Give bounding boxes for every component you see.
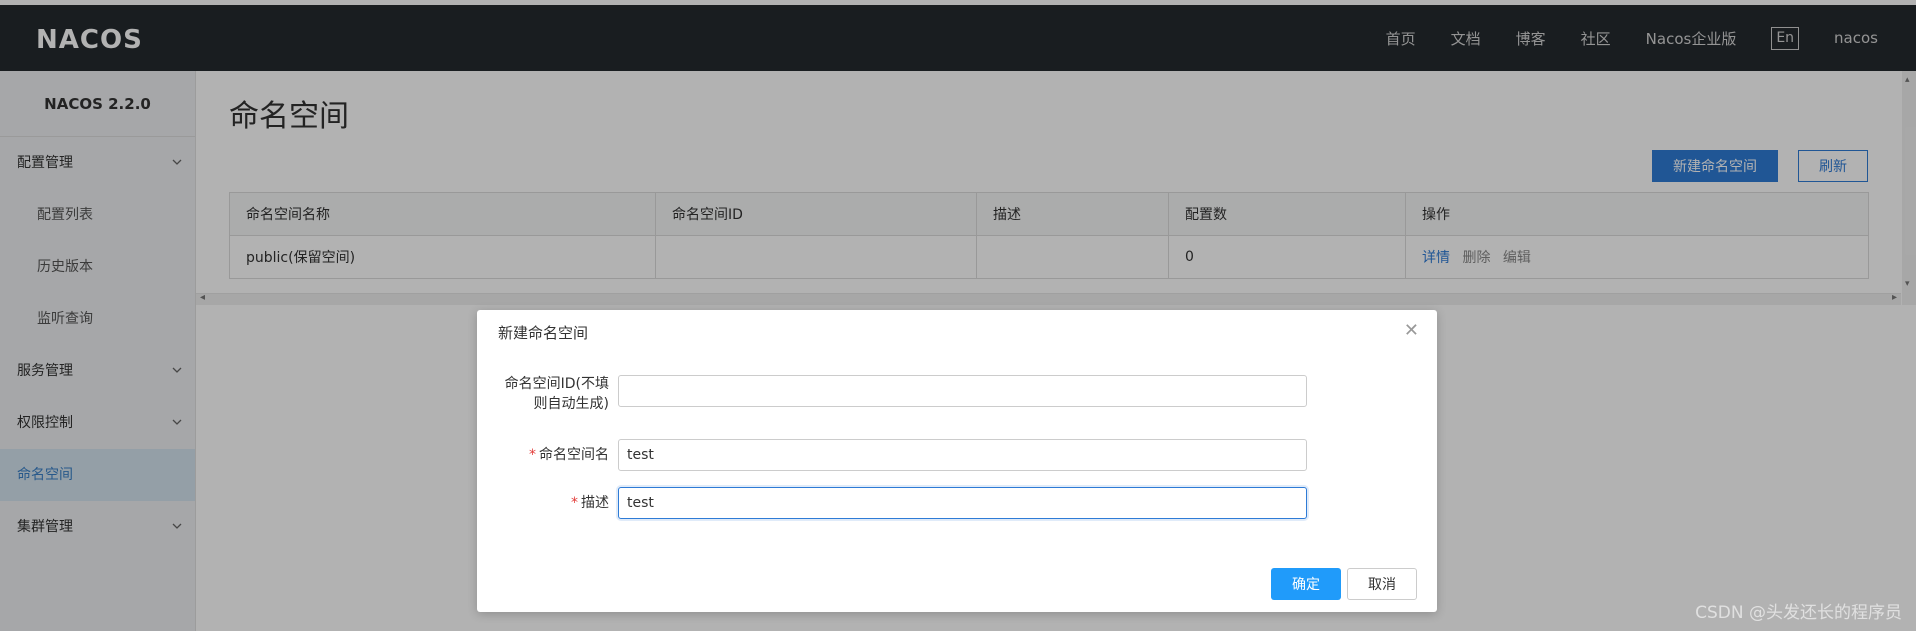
close-icon[interactable]: ✕ bbox=[1404, 320, 1419, 341]
label-line: 则自动生成) bbox=[533, 396, 609, 412]
label-line: 命名空间ID(不填 bbox=[504, 376, 609, 392]
watermark: CSDN @头发还长的程序员 bbox=[1695, 603, 1902, 623]
label-text: 命名空间名 bbox=[539, 447, 609, 463]
new-namespace-dialog: 新建命名空间 ✕ 命名空间ID(不填 则自动生成) *命名空间名 *描述 确定 … bbox=[477, 310, 1437, 612]
cancel-button[interactable]: 取消 bbox=[1347, 568, 1417, 600]
confirm-button[interactable]: 确定 bbox=[1271, 568, 1341, 600]
required-mark: * bbox=[571, 495, 578, 511]
namespace-name-input[interactable] bbox=[618, 439, 1307, 471]
namespace-id-input[interactable] bbox=[618, 375, 1307, 407]
description-label: * 描述 bbox=[497, 493, 609, 513]
dialog-title: 新建命名空间 bbox=[498, 324, 589, 342]
namespace-name-label: * 命名空间名 bbox=[497, 445, 609, 465]
required-mark: * bbox=[529, 447, 536, 463]
namespace-id-label: 命名空间ID(不填 则自动生成) bbox=[497, 374, 609, 414]
description-input[interactable] bbox=[618, 487, 1307, 519]
label-text: 描述 bbox=[581, 495, 609, 511]
